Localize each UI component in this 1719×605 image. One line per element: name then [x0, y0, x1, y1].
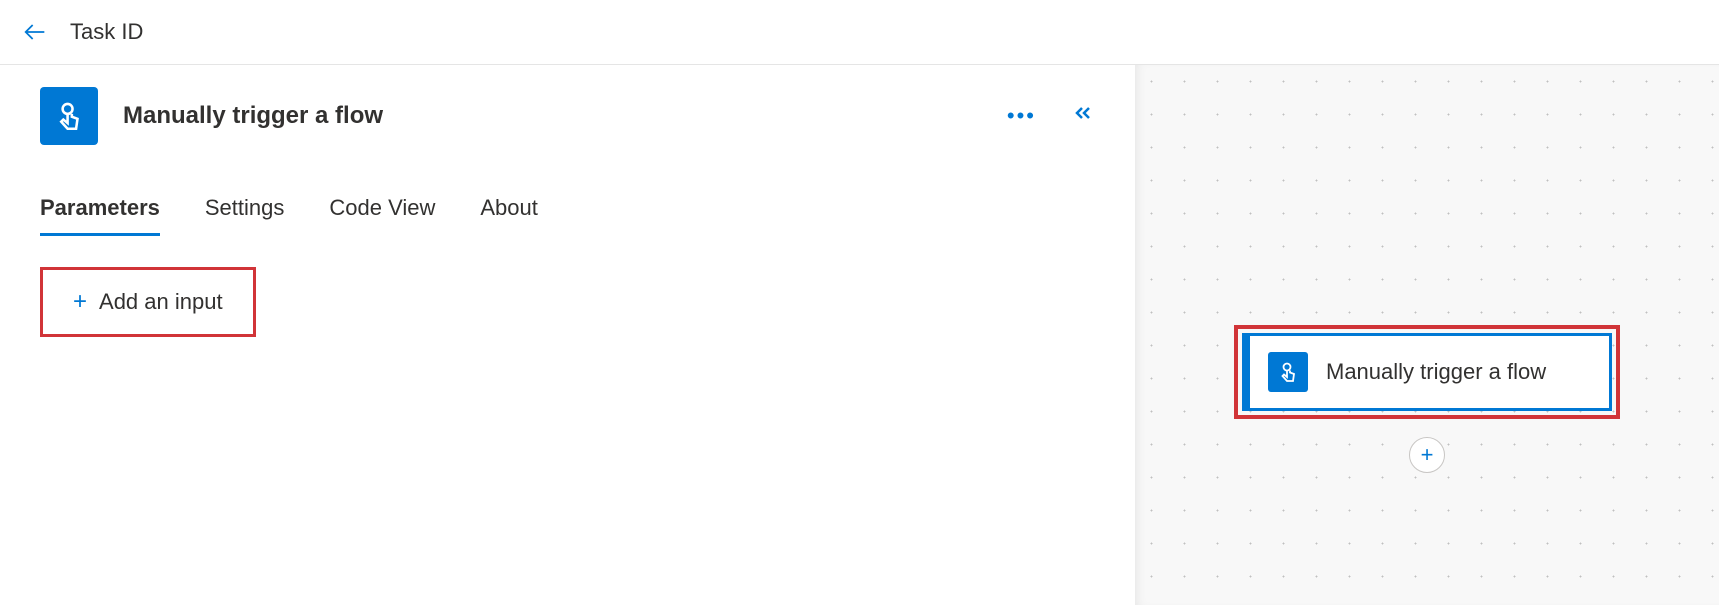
canvas-node-highlight: Manually trigger a flow — [1234, 325, 1620, 419]
plus-icon: + — [73, 288, 87, 316]
add-step-button[interactable]: + — [1409, 437, 1445, 473]
panel-header-left: Manually trigger a flow — [40, 87, 383, 145]
touch-icon — [52, 99, 86, 133]
canvas-trigger-node[interactable]: Manually trigger a flow — [1242, 333, 1612, 411]
add-input-highlight: + Add an input — [40, 267, 256, 337]
touch-icon — [1276, 360, 1300, 384]
canvas-node-label: Manually trigger a flow — [1326, 358, 1546, 387]
page-title: Task ID — [70, 19, 143, 45]
back-button[interactable] — [15, 12, 55, 52]
tab-about[interactable]: About — [480, 195, 538, 236]
tab-parameters[interactable]: Parameters — [40, 195, 160, 236]
trigger-icon — [40, 87, 98, 145]
main-layout: Manually trigger a flow ••• Parameters S… — [0, 65, 1719, 605]
back-arrow-icon — [21, 18, 49, 46]
panel-header: Manually trigger a flow ••• — [40, 87, 1095, 145]
properties-panel: Manually trigger a flow ••• Parameters S… — [0, 65, 1135, 605]
collapse-button[interactable] — [1071, 101, 1095, 131]
trigger-title: Manually trigger a flow — [123, 102, 383, 130]
tab-settings[interactable]: Settings — [205, 195, 285, 236]
chevron-double-left-icon — [1071, 101, 1095, 125]
more-button[interactable]: ••• — [1007, 103, 1036, 129]
tabs: Parameters Settings Code View About — [40, 195, 1095, 237]
top-bar: Task ID — [0, 0, 1719, 65]
ellipsis-icon: ••• — [1007, 103, 1036, 128]
plus-icon: + — [1421, 442, 1434, 468]
tab-code-view[interactable]: Code View — [329, 195, 435, 236]
add-input-button[interactable]: + Add an input — [73, 288, 223, 316]
add-input-label: Add an input — [99, 289, 223, 315]
canvas-trigger-icon — [1268, 352, 1308, 392]
flow-canvas[interactable]: Manually trigger a flow + — [1135, 65, 1719, 605]
panel-header-right: ••• — [1007, 101, 1095, 131]
